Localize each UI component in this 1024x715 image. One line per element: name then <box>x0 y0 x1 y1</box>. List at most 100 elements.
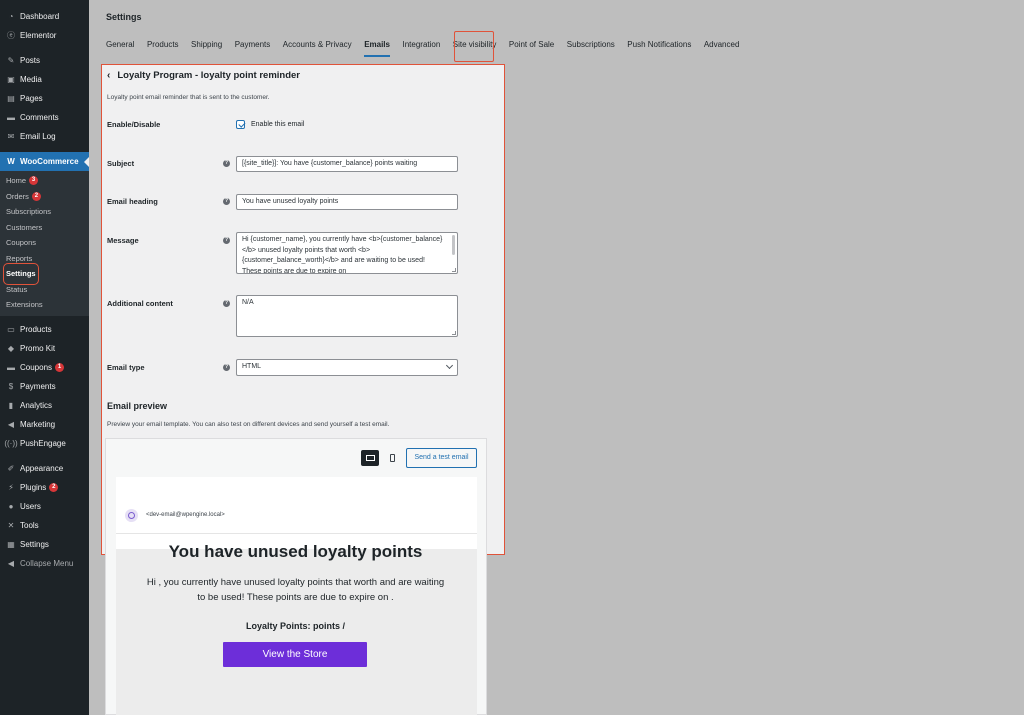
additional-content-textarea[interactable]: N/A <box>236 295 458 337</box>
tab-accounts-privacy[interactable]: Accounts & Privacy <box>283 39 352 53</box>
help-icon[interactable]: ? <box>223 160 230 167</box>
sidebar-item-marketing[interactable]: ◀ Marketing <box>0 415 89 434</box>
submenu-item-home[interactable]: Home 3 <box>0 173 89 189</box>
sidebar-item-comments[interactable]: ▬ Comments <box>0 108 89 127</box>
sidebar-item-label: Email Log <box>20 132 56 141</box>
sidebar-item-pages[interactable]: ▤ Pages <box>0 89 89 108</box>
desktop-preview-button[interactable] <box>361 450 379 466</box>
sidebar-item-promo-kit[interactable]: ◆ Promo Kit <box>0 339 89 358</box>
sidebar-item-label: Analytics <box>20 400 53 410</box>
pin-icon: ✎ <box>7 56 15 65</box>
tab-payments[interactable]: Payments <box>235 39 271 53</box>
comments-icon: ▬ <box>7 113 15 122</box>
email-heading-input[interactable]: You have unused loyalty points <box>236 194 458 210</box>
tab-push-notifications[interactable]: Push Notifications <box>627 39 691 53</box>
email-preview-description: Preview your email template. You can als… <box>107 421 390 428</box>
sidebar-item-label: Settings <box>20 539 49 549</box>
collapse-menu-label: Collapse Menu <box>20 558 74 568</box>
enable-label: Enable/Disable <box>107 120 161 129</box>
woocommerce-submenu: Home 3 Orders 2 Subscriptions Customers Coupon… <box>0 171 89 316</box>
submenu-item-label: Coupons <box>6 238 37 247</box>
help-icon[interactable]: ? <box>223 300 230 307</box>
submenu-item-status[interactable]: Status <box>0 282 89 298</box>
resize-handle[interactable] <box>452 331 456 335</box>
tab-shipping[interactable]: Shipping <box>191 39 222 53</box>
mobile-preview-button[interactable] <box>383 450 401 466</box>
settings-tabs: General Products Shipping Payments Accounts … <box>106 39 752 57</box>
tab-point-of-sale[interactable]: Point of Sale <box>509 39 554 53</box>
tab-general[interactable]: General <box>106 39 134 53</box>
sidebar-item-label: Media <box>20 75 42 84</box>
back-link[interactable]: ‹ Loyalty Program - loyalty point remind… <box>107 70 300 81</box>
submenu-item-label: Extensions <box>6 300 43 309</box>
sidebar-item-dashboard[interactable]: ◔ Dashboard <box>0 7 89 26</box>
submenu-item-settings[interactable]: Settings <box>0 263 89 285</box>
tab-advanced[interactable]: Advanced <box>704 39 740 53</box>
sidebar-item-plugins[interactable]: ⚡ Plugins 2 <box>0 478 89 497</box>
submenu-item-coupons[interactable]: Coupons <box>0 235 89 251</box>
collapse-menu-button[interactable]: ◀ Collapse Menu <box>0 554 89 573</box>
submenu-item-extensions[interactable]: Extensions <box>0 297 89 313</box>
sidebar-item-payments[interactable]: $ Payments <box>0 377 89 396</box>
chevron-down-icon <box>445 361 454 370</box>
payments-icon: $ <box>8 381 14 391</box>
sidebar-item-label: Tools <box>20 520 39 530</box>
subject-input[interactable]: [{site_title}]: You have {customer_balan… <box>236 156 458 172</box>
sidebar-item-settings[interactable]: ▦ Settings <box>0 535 89 554</box>
help-icon[interactable]: ? <box>223 198 230 205</box>
sidebar-item-label: Products <box>20 324 52 334</box>
sidebar-item-elementor[interactable]: ⓔ Elementor <box>0 26 89 45</box>
submenu-item-reports[interactable]: Reports <box>0 251 89 267</box>
marketing-icon: ◀ <box>7 419 15 429</box>
sidebar-item-users[interactable]: ● Users <box>0 497 89 516</box>
tab-integration[interactable]: Integration <box>402 39 440 53</box>
sidebar-item-posts[interactable]: ✎ Posts <box>0 51 89 70</box>
sidebar-item-label: Payments <box>20 381 56 391</box>
page-title: Settings <box>106 12 142 22</box>
submenu-item-orders[interactable]: Orders 2 <box>0 189 89 205</box>
count-badge: 1 <box>55 362 65 372</box>
resize-handle[interactable] <box>452 268 456 272</box>
help-icon[interactable]: ? <box>223 364 230 371</box>
sidebar-item-label: WooCommerce <box>20 157 79 166</box>
sidebar-item-label: Elementor <box>20 31 57 40</box>
sidebar-item-pushengage[interactable]: ((·)) PushEngage <box>0 434 89 453</box>
sidebar-item-appearance[interactable]: ✐ Appearance <box>0 459 89 478</box>
sidebar-item-analytics[interactable]: ▮ Analytics <box>0 396 89 415</box>
tab-products[interactable]: Products <box>147 39 179 53</box>
email-icon: ✉ <box>7 132 15 141</box>
message-textarea[interactable]: Hi {customer_name}, you currently have <… <box>236 232 458 274</box>
sidebar-item-tools[interactable]: ✕ Tools <box>0 516 89 535</box>
submenu-item-subscriptions[interactable]: Subscriptions <box>0 204 89 220</box>
count-badge: 3 <box>29 176 39 186</box>
submenu-item-customers[interactable]: Customers <box>0 220 89 236</box>
textarea-scrollbar[interactable] <box>452 235 455 255</box>
sidebar-item-label: Users <box>20 501 41 511</box>
sidebar-item-coupons[interactable]: ▬ Coupons 1 <box>0 358 89 377</box>
enable-email-checkbox[interactable] <box>236 120 245 129</box>
collapse-icon: ◀ <box>7 558 15 568</box>
sidebar-item-label: Appearance <box>20 463 64 473</box>
sidebar-item-woocommerce[interactable]: W WooCommerce <box>0 152 89 171</box>
submenu-item-label: Home <box>6 176 27 185</box>
email-type-select[interactable]: HTML <box>236 359 458 376</box>
tab-emails[interactable]: Emails <box>364 39 390 57</box>
message-text: Hi {customer_name}, you currently have <… <box>242 236 443 274</box>
sidebar-item-media[interactable]: ▣ Media <box>0 70 89 89</box>
products-icon: ▭ <box>7 324 15 334</box>
pages-icon: ▤ <box>7 94 15 103</box>
submenu-item-label: Reports <box>6 253 33 263</box>
sidebar-item-label: PushEngage <box>20 438 66 448</box>
submenu-item-label: Subscriptions <box>6 207 52 216</box>
email-body <box>116 549 477 715</box>
chevron-left-icon: ‹ <box>107 70 111 81</box>
send-test-email-button[interactable]: Send a test email <box>406 448 477 468</box>
view-store-button[interactable]: View the Store <box>223 642 367 667</box>
main-content: Settings General Products Shipping Payments… <box>89 0 1024 715</box>
tab-subscriptions[interactable]: Subscriptions <box>567 39 615 53</box>
coupons-icon: ▬ <box>7 362 15 372</box>
help-icon[interactable]: ? <box>223 237 230 244</box>
sidebar-item-email-log[interactable]: ✉ Email Log <box>0 127 89 146</box>
sidebar-item-products[interactable]: ▭ Products <box>0 320 89 339</box>
enable-email-checkbox-row[interactable]: Enable this email <box>236 120 304 129</box>
